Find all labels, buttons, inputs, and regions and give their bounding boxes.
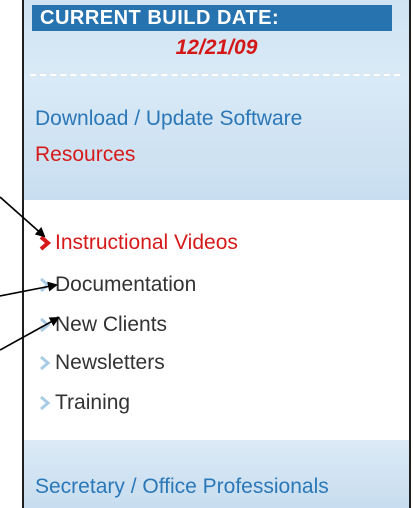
annotation-arrow	[0, 317, 60, 351]
annotation-arrow	[0, 281, 58, 297]
annotation-arrow	[0, 196, 46, 238]
annotation-arrows	[0, 196, 60, 351]
